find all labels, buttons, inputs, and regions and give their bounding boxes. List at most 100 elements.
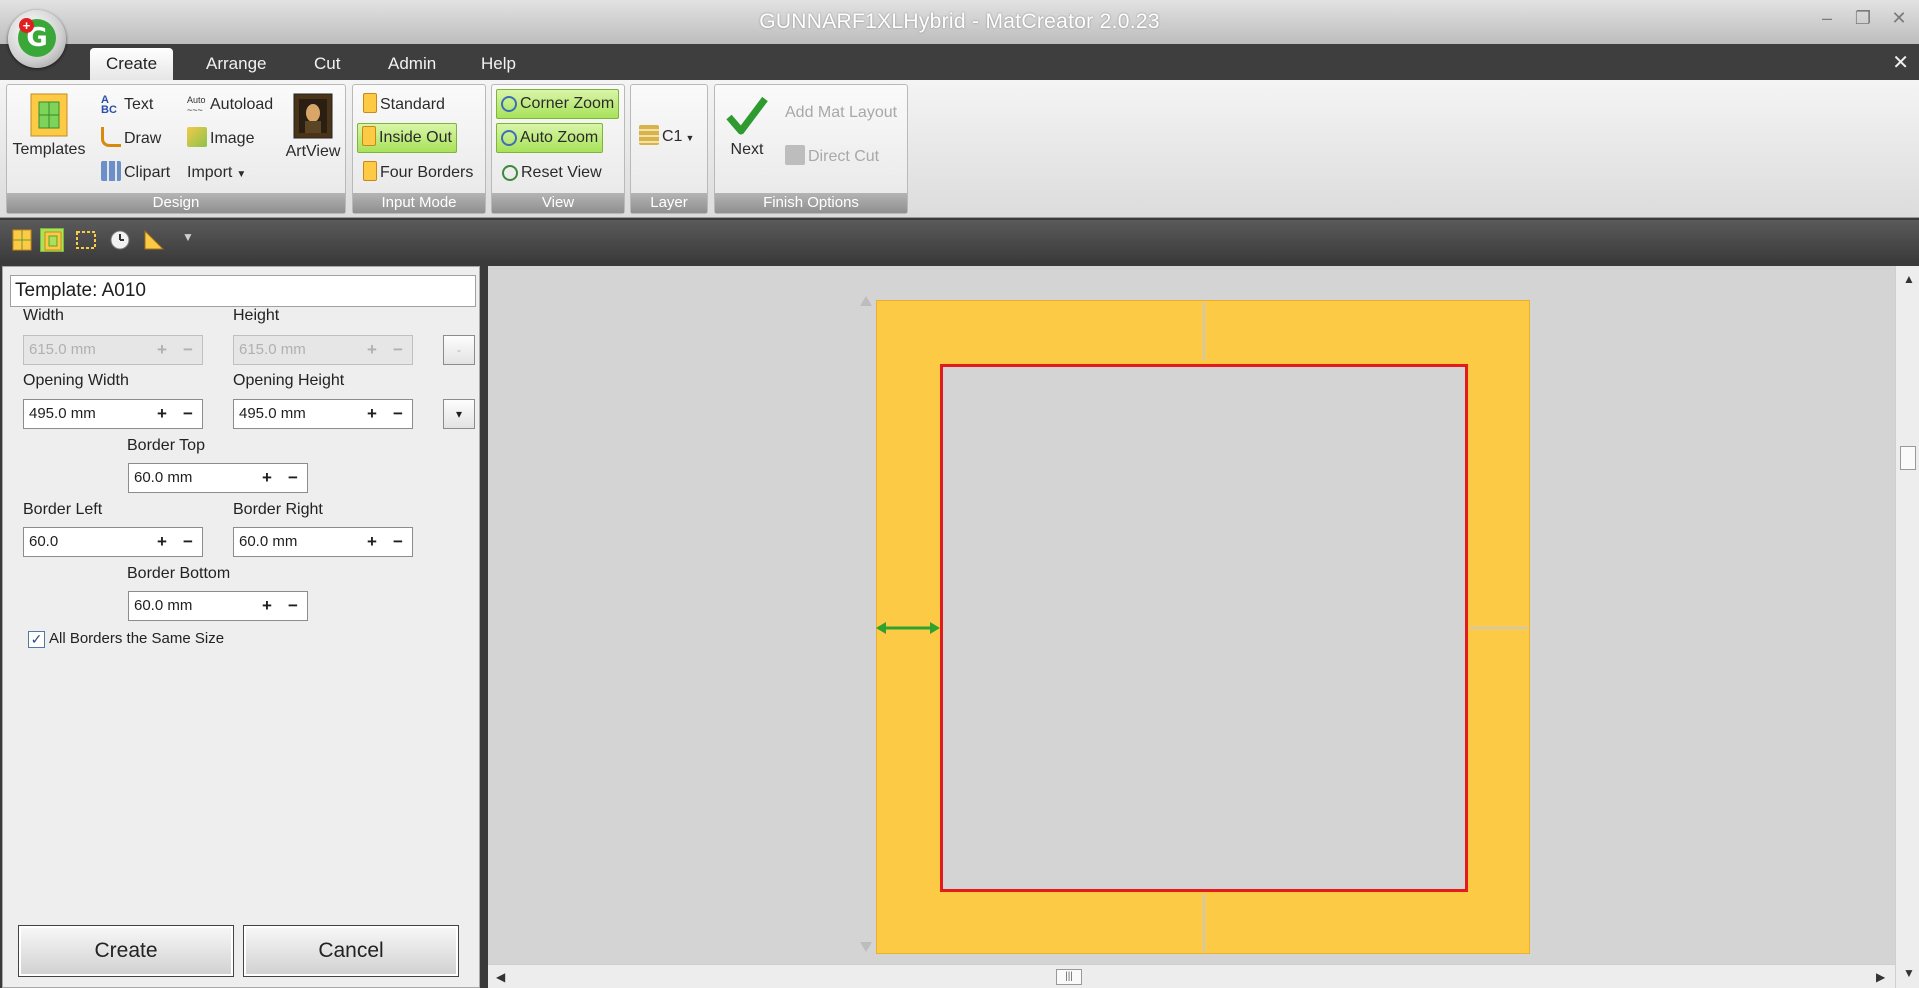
direct-cut-button[interactable]: Direct Cut	[781, 143, 883, 171]
layer-group: C1 ▼ Layer	[630, 84, 708, 214]
clipart-icon	[101, 161, 121, 181]
finish-options-group: Next Add Mat Layout Direct Cut Finish Op…	[714, 84, 908, 214]
close-document-icon[interactable]: ✕	[1892, 50, 1909, 75]
opening-options-dropdown[interactable]: ▾	[443, 399, 475, 429]
width-value: 615.0 mm	[29, 341, 96, 358]
standard-mode-label: Standard	[380, 96, 445, 113]
four-borders-mode-button[interactable]: Four Borders	[359, 159, 477, 187]
border-left-value[interactable]: 60.0	[29, 528, 58, 556]
inside-out-tool-icon[interactable]	[40, 228, 64, 252]
border-right-value[interactable]: 60.0 mm	[239, 528, 297, 556]
opening-width-minus-button[interactable]: −	[178, 400, 198, 428]
border-bottom-plus-button[interactable]: +	[257, 592, 277, 620]
vertical-scrollbar[interactable]: ▲ ▼	[1895, 266, 1919, 988]
templates-text: Templates	[12, 141, 86, 158]
create-button[interactable]: Create	[18, 925, 234, 977]
import-dropdown[interactable]: Import ▼	[183, 159, 250, 187]
next-button[interactable]: Next	[723, 93, 771, 159]
chevron-down-icon: ▼	[685, 133, 695, 143]
reset-view-icon	[502, 165, 518, 181]
template-tool-icon[interactable]	[10, 228, 34, 252]
tab-create[interactable]: Create	[90, 48, 174, 80]
border-right-minus-button[interactable]: −	[388, 528, 408, 556]
window-title: GUNNARF1XLHybrid - MatCreator 2.0.23	[759, 10, 1160, 33]
corner-up-icon	[860, 296, 872, 306]
border-left-plus-button[interactable]: +	[152, 528, 172, 556]
opening-width-plus-button[interactable]: +	[152, 400, 172, 428]
width-label: Width	[23, 307, 64, 324]
border-left-label: Border Left	[23, 501, 103, 518]
scroll-down-icon[interactable]: ▼	[1903, 966, 1915, 980]
border-top-minus-button[interactable]: −	[283, 464, 303, 492]
add-mat-layout-button[interactable]: Add Mat Layout	[781, 99, 901, 127]
same-size-label[interactable]: All Borders the Same Size	[49, 630, 224, 647]
border-bottom-value[interactable]: 60.0 mm	[134, 592, 192, 620]
auto-zoom-icon	[501, 130, 517, 146]
four-borders-mode-label: Four Borders	[380, 164, 474, 181]
horizontal-scroll-thumb[interactable]: |||	[1056, 969, 1082, 985]
opening-width-field[interactable]: 495.0 mm + −	[23, 399, 203, 429]
next-label: Next	[730, 141, 764, 158]
app-logo-button[interactable]: G +	[8, 10, 66, 68]
autoload-button[interactable]: Auto ~~~ Autoload	[183, 91, 277, 119]
horizontal-scrollbar[interactable]: ◀ ||| ▶	[488, 964, 1895, 988]
auto-zoom-label: Auto Zoom	[520, 129, 599, 146]
opening-height-minus-button[interactable]: −	[388, 400, 408, 428]
design-group-label: Design	[7, 193, 345, 213]
restore-button[interactable]: ❐	[1850, 8, 1876, 29]
reset-view-label: Reset View	[521, 164, 602, 181]
logo-plus-icon: +	[19, 18, 34, 33]
scroll-up-icon[interactable]: ▲	[1903, 272, 1915, 286]
chevron-down-icon[interactable]: ▼	[182, 230, 194, 244]
border-bottom-minus-button[interactable]: −	[283, 592, 303, 620]
inside-out-mode-label: Inside Out	[379, 129, 452, 146]
border-top-value[interactable]: 60.0 mm	[134, 464, 192, 492]
ruler-triangle-icon[interactable]	[142, 228, 166, 252]
text-button[interactable]: A BC Text	[97, 91, 157, 119]
border-right-label: Border Right	[233, 501, 323, 518]
clipart-button-label: Clipart	[124, 164, 171, 181]
image-button[interactable]: Image	[183, 125, 258, 153]
close-button[interactable]: ✕	[1886, 8, 1912, 29]
tab-help[interactable]: Help	[465, 48, 532, 80]
layers-icon	[639, 125, 659, 145]
scroll-right-icon[interactable]: ▶	[1876, 970, 1885, 984]
tab-cut[interactable]: Cut	[298, 48, 356, 80]
tab-admin[interactable]: Admin	[372, 48, 452, 80]
tab-arrange[interactable]: Arrange	[190, 48, 282, 80]
same-size-checkbox[interactable]: ✓	[28, 631, 45, 648]
draw-button[interactable]: Draw	[97, 125, 165, 153]
border-left-minus-button[interactable]: −	[178, 528, 198, 556]
border-top-field[interactable]: 60.0 mm + −	[128, 463, 308, 493]
inside-out-mode-button[interactable]: Inside Out	[357, 123, 457, 153]
border-left-field[interactable]: 60.0 + −	[23, 527, 203, 557]
draw-button-label: Draw	[124, 130, 162, 147]
border-right-plus-button[interactable]: +	[362, 528, 382, 556]
opening-height-value[interactable]: 495.0 mm	[239, 400, 306, 428]
cancel-button[interactable]: Cancel	[243, 925, 459, 977]
opening-height-plus-button[interactable]: +	[362, 400, 382, 428]
view-group-label: View	[492, 193, 624, 213]
artview-button[interactable]: ArtView	[283, 93, 343, 161]
border-bottom-field[interactable]: 60.0 mm + −	[128, 591, 308, 621]
select-frame-tool-icon[interactable]	[74, 228, 98, 252]
view-group: Corner Zoom Auto Zoom Reset View View	[491, 84, 625, 214]
auto-zoom-button[interactable]: Auto Zoom	[496, 123, 604, 153]
opening-width-value[interactable]: 495.0 mm	[29, 400, 96, 428]
corner-zoom-button[interactable]: Corner Zoom	[496, 89, 620, 119]
border-right-field[interactable]: 60.0 mm + −	[233, 527, 413, 557]
minimize-button[interactable]: –	[1814, 8, 1840, 29]
opening-height-field[interactable]: 495.0 mm + −	[233, 399, 413, 429]
clipart-button[interactable]: Clipart	[97, 159, 174, 187]
reset-view-button[interactable]: Reset View	[498, 159, 606, 187]
design-canvas[interactable]	[488, 266, 1895, 964]
scroll-left-icon[interactable]: ◀	[496, 970, 505, 984]
templates-button[interactable]: Design Templates	[11, 93, 87, 159]
border-top-plus-button[interactable]: +	[257, 464, 277, 492]
standard-mode-button[interactable]: Standard	[359, 91, 449, 119]
layer-dropdown[interactable]: C1 ▼	[635, 123, 698, 151]
input-mode-group: Standard Inside Out Four Borders Input M…	[352, 84, 486, 214]
clock-tool-icon[interactable]	[108, 228, 132, 252]
vertical-scroll-thumb[interactable]	[1900, 446, 1916, 470]
border-top-label: Border Top	[127, 437, 205, 454]
